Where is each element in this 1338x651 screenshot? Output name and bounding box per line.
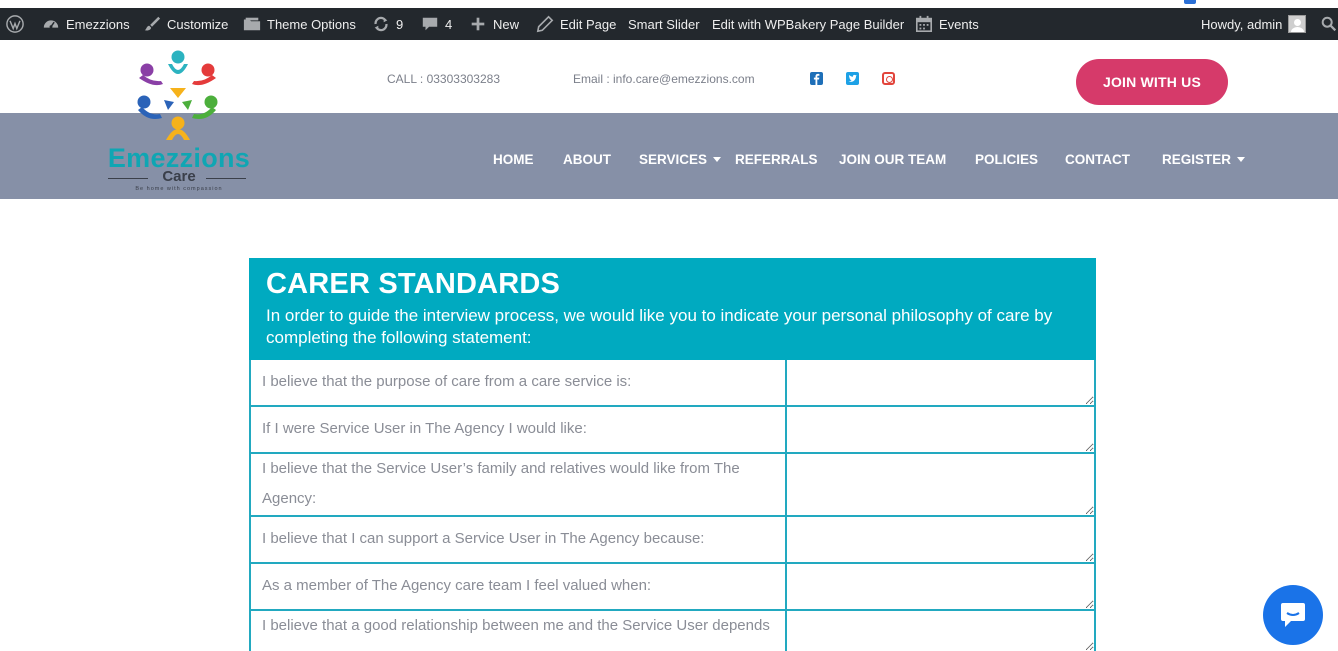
join-with-us-button[interactable]: JOIN WITH US — [1076, 59, 1228, 105]
answer-field[interactable] — [787, 611, 1094, 651]
refresh-icon — [372, 15, 390, 33]
wpbakery-link[interactable]: Edit with WPBakery Page Builder — [712, 8, 904, 40]
wordpress-icon — [6, 15, 24, 33]
logo-sub-name: Care — [162, 168, 196, 185]
question-label: I believe that the Service User’s family… — [262, 460, 740, 507]
nav-about-label: ABOUT — [563, 151, 611, 167]
admin-bar: Emezzions Customize Theme Options 9 4 Ne… — [0, 8, 1338, 40]
nav-services[interactable]: SERVICES — [639, 151, 722, 167]
pencil-icon — [536, 15, 554, 33]
nav-about[interactable]: ABOUT — [563, 151, 611, 167]
theme-options-link[interactable]: Theme Options — [243, 8, 356, 40]
top-strip — [0, 0, 1338, 8]
account-menu[interactable]: Howdy, admin — [1201, 8, 1307, 40]
folder-icon — [243, 15, 261, 33]
question-label: I believe that I can support a Service U… — [262, 530, 705, 547]
site-name-link[interactable]: Emezzions — [42, 8, 130, 40]
live-chat-button[interactable] — [1263, 585, 1323, 645]
answer-field[interactable] — [787, 407, 1094, 452]
instagram-icon[interactable] — [882, 72, 895, 85]
new-label: New — [493, 16, 520, 32]
calendar-icon — [915, 15, 933, 33]
nav-contact[interactable]: CONTACT — [1065, 151, 1130, 167]
answer-field[interactable] — [787, 564, 1094, 609]
logo-tagline: Be home with compassion — [135, 186, 223, 192]
nav-join-our-team[interactable]: JOIN OUR TEAM — [839, 151, 946, 167]
header-phone: CALL : 03303303283 — [387, 72, 500, 86]
dashboard-icon — [42, 15, 60, 33]
smart-slider-label: Smart Slider — [628, 16, 700, 32]
nav-register[interactable]: REGISTER — [1162, 151, 1246, 167]
question-row: I believe that the Service User’s family… — [249, 454, 1096, 517]
question-row: If I were Service User in The Agency I w… — [249, 407, 1096, 454]
search-icon — [1320, 15, 1338, 33]
answer-field[interactable] — [787, 517, 1094, 562]
theme-options-label: Theme Options — [267, 16, 356, 32]
nav-register-label: REGISTER — [1162, 151, 1232, 167]
avatar — [1288, 15, 1307, 33]
facebook-icon[interactable] — [810, 72, 823, 85]
customize-link[interactable]: Customize — [143, 8, 228, 40]
wp-logo-button[interactable] — [6, 8, 24, 40]
question-label: I believe that the purpose of care from … — [262, 373, 632, 390]
nav-services-label: SERVICES — [639, 151, 708, 167]
plus-icon — [469, 15, 487, 33]
chevron-down-icon — [1237, 157, 1246, 162]
comments-link[interactable]: 4 — [421, 8, 452, 40]
site-name-label: Emezzions — [66, 16, 130, 32]
twitter-icon[interactable] — [846, 72, 859, 85]
question-row: I believe that I can support a Service U… — [249, 517, 1096, 564]
comment-icon — [421, 15, 439, 33]
admin-search-button[interactable] — [1320, 8, 1338, 40]
question-row: I believe that a good relationship betwe… — [249, 611, 1096, 651]
chevron-down-icon — [713, 157, 722, 162]
wpbakery-label: Edit with WPBakery Page Builder — [712, 16, 905, 32]
nav-referrals[interactable]: REFERRALS — [735, 151, 818, 167]
comments-count: 4 — [445, 16, 453, 32]
nav-policies[interactable]: POLICIES — [975, 151, 1038, 167]
question-label: I believe that a good relationship betwe… — [262, 617, 770, 651]
question-label: As a member of The Agency care team I fe… — [262, 577, 652, 594]
howdy-label: Howdy, admin — [1201, 16, 1283, 32]
updates-count: 9 — [396, 16, 404, 32]
nav-contact-label: CONTACT — [1065, 151, 1130, 167]
smart-slider-link[interactable]: Smart Slider — [628, 8, 700, 40]
nav-home[interactable]: HOME — [493, 151, 534, 167]
question-row: As a member of The Agency care team I fe… — [249, 564, 1096, 611]
form-intro: In order to guide the interview process,… — [266, 306, 1053, 347]
events-label: Events — [939, 16, 979, 32]
paintbrush-icon — [143, 15, 161, 33]
events-link[interactable]: Events — [915, 8, 979, 40]
answer-field[interactable] — [787, 360, 1094, 405]
updates-link[interactable]: 9 — [372, 8, 403, 40]
nav-referrals-label: REFERRALS — [735, 151, 818, 167]
top-mark — [1184, 0, 1196, 4]
form-title: CARER STANDARDS — [266, 268, 561, 300]
new-content-link[interactable]: New — [469, 8, 519, 40]
nav-policies-label: POLICIES — [975, 151, 1039, 167]
edit-page-label: Edit Page — [560, 16, 617, 32]
chat-icon — [1281, 603, 1305, 627]
answer-field[interactable] — [787, 454, 1094, 515]
edit-page-link[interactable]: Edit Page — [536, 8, 616, 40]
nav-join-our-team-label: JOIN OUR TEAM — [839, 151, 947, 167]
header-email: Email : info.care@emezzions.com — [573, 72, 755, 86]
customize-label: Customize — [167, 16, 229, 32]
nav-home-label: HOME — [493, 151, 534, 167]
question-row: I believe that the purpose of care from … — [249, 360, 1096, 407]
question-label: If I were Service User in The Agency I w… — [262, 420, 587, 437]
